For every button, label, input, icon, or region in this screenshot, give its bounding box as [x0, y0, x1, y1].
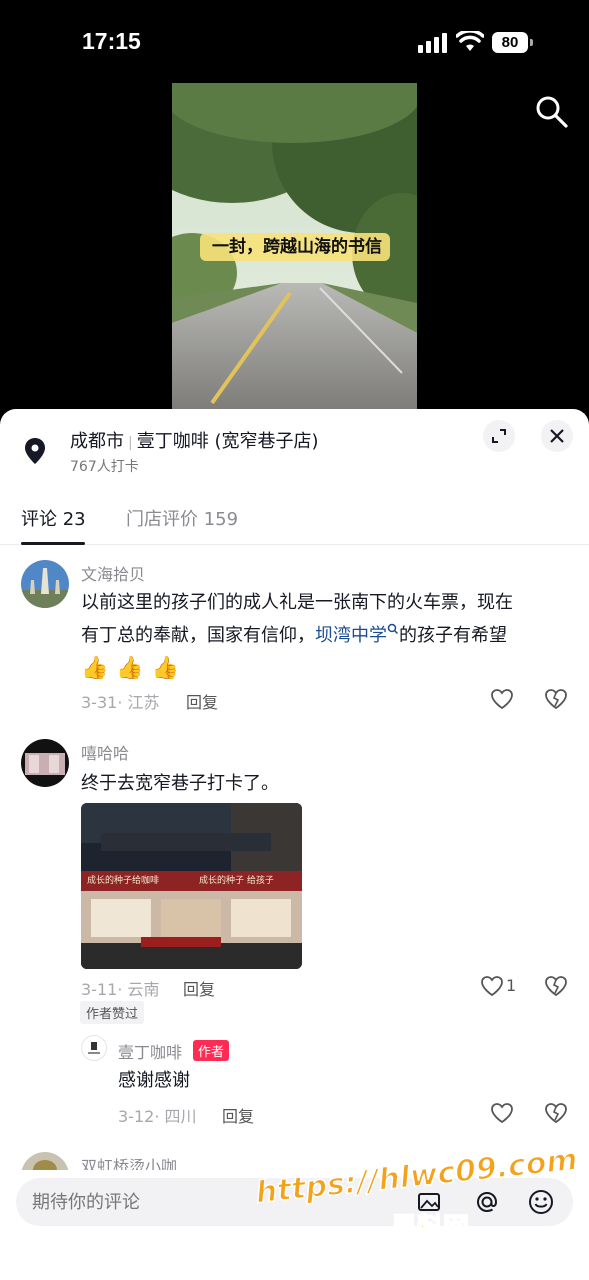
reply-button[interactable]: 回复 [186, 689, 218, 713]
reply-date-location: 3-12· 四川 [118, 1107, 197, 1126]
comment-text-line: 以前这里的孩子们的成人礼是一张南下的火车票，现在 [81, 592, 513, 613]
avatar[interactable] [81, 1035, 107, 1061]
close-button[interactable] [541, 420, 573, 452]
cafe-storefront-image [81, 803, 302, 969]
avatar[interactable] [21, 1152, 69, 1170]
title-separator: | [128, 435, 133, 451]
comment-date-location: 3-11· 云南 [81, 980, 160, 999]
search-hint-icon [387, 623, 399, 635]
comment-photo[interactable]: 成长的种子给咖啡 成长的种子 给孩子 [81, 803, 302, 969]
dislike-broken-heart-icon[interactable] [543, 1100, 569, 1126]
dislike-broken-heart-icon[interactable] [543, 686, 569, 712]
comment-text: 终于去宽窄巷子打卡了。 [81, 773, 279, 794]
like-heart-icon[interactable] [489, 1100, 515, 1126]
cellular-signal-icon [418, 33, 447, 53]
avatar-image [21, 739, 69, 787]
expand-icon [492, 429, 506, 443]
thumbs-up-emojis: 👍👍👍 [81, 656, 188, 681]
place-name[interactable]: 壹丁咖啡 (宽窄巷子店) [137, 431, 319, 452]
search-icon[interactable] [532, 92, 570, 130]
comment-username[interactable]: 嘻哈哈 [81, 740, 129, 764]
storefront-sign-left: 成长的种子给咖啡 [87, 876, 160, 886]
checkin-count: 767人打卡 [70, 459, 139, 475]
avatar[interactable] [21, 560, 69, 608]
avatar[interactable] [21, 739, 69, 787]
wifi-icon [456, 31, 484, 51]
status-time: 17:15 [82, 28, 141, 54]
comment-text-line: 有丁总的奉献，国家有信仰，坝湾中学 的孩子有希望 [81, 619, 571, 652]
reply-button[interactable]: 回复 [183, 976, 215, 1000]
comment-text: 以前这里的孩子们的成人礼是一张南下的火车票，现在 有丁总的奉献，国家有信仰，坝湾… [81, 586, 571, 685]
tab-comments[interactable]: 评论 23 [21, 505, 86, 531]
reply-text: 感谢感谢 [118, 1070, 190, 1091]
school-link-label[interactable]: 坝湾中学 [315, 625, 387, 646]
reply-username[interactable]: 壹丁咖啡 [118, 1039, 182, 1063]
cafe-logo-icon [88, 1042, 100, 1054]
like-count: 1 [506, 976, 517, 995]
watermark: https://hlwc09.com 黑料网 [253, 1141, 580, 1270]
tab-store-reviews[interactable]: 门店评价 159 [126, 505, 238, 531]
battery-indicator: 80 [492, 32, 533, 53]
avatar-image [21, 1152, 69, 1170]
sheet-tabs: 评论 23 门店评价 159 [0, 505, 589, 545]
video-player[interactable]: 一封，跨越山海的书信 [172, 83, 417, 411]
school-link[interactable]: 坝湾中学 [315, 623, 399, 646]
reply-button[interactable]: 回复 [222, 1103, 254, 1127]
author-badge: 作者 [193, 1040, 230, 1061]
avatar-image [21, 560, 69, 608]
close-icon [550, 429, 564, 443]
comment-username[interactable]: 双虹桥烫小咖 [81, 1153, 177, 1170]
active-tab-indicator [21, 542, 85, 545]
like-heart-icon[interactable] [479, 973, 505, 999]
watermark-name: 黑料网 [390, 1212, 470, 1244]
expand-button[interactable] [483, 420, 515, 452]
comment-text-segment: 的孩子有希望 [399, 625, 507, 646]
status-bar: 17:15 80 [0, 0, 589, 84]
storefront-sign-right: 成长的种子 给孩子 [199, 876, 274, 886]
comment-date-location: 3-31· 江苏 [81, 693, 160, 712]
comment-username[interactable]: 文海拾贝 [81, 561, 145, 585]
place-city[interactable]: 成都市 [70, 431, 124, 452]
video-overlay-text: 一封，跨越山海的书信 [212, 237, 382, 257]
author-liked-badge: 作者赞过 [80, 1001, 145, 1024]
like-heart-icon[interactable] [489, 686, 515, 712]
dislike-broken-heart-icon[interactable] [543, 973, 569, 999]
comment-text-segment: 有丁总的奉献，国家有信仰， [81, 625, 315, 646]
place-title[interactable]: 成都市 | 壹丁咖啡 (宽窄巷子店) [70, 427, 319, 453]
location-pin-icon [25, 438, 45, 464]
